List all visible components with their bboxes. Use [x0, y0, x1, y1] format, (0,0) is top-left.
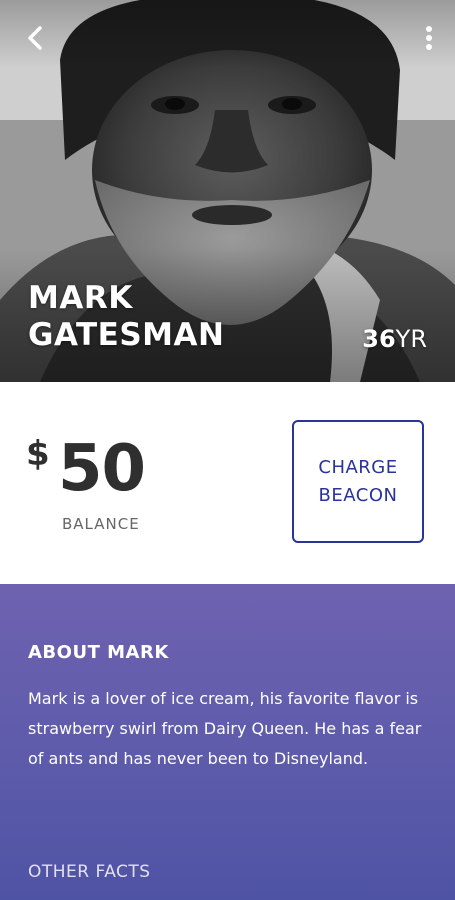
currency-symbol: $: [26, 434, 50, 474]
age-number: 36: [362, 325, 396, 353]
last-name: GATESMAN: [28, 317, 225, 353]
other-facts-link[interactable]: OTHER FACTS: [28, 862, 151, 882]
profile-photo-header: MARK GATESMAN 36YR: [0, 0, 455, 382]
charge-beacon-label: CHARGE BEACON: [318, 454, 397, 510]
age-unit: YR: [395, 325, 427, 353]
balance-amount: 50: [58, 432, 146, 506]
balance-section: $ 50 BALANCE CHARGE BEACON: [0, 382, 455, 584]
about-title: ABOUT MARK: [28, 642, 169, 663]
profile-name: MARK GATESMAN: [28, 280, 224, 354]
first-name: MARK: [28, 280, 133, 316]
balance-label: BALANCE: [62, 515, 140, 533]
charge-beacon-line2: BEACON: [318, 484, 398, 506]
overflow-menu-button[interactable]: [417, 20, 441, 56]
charge-beacon-line1: CHARGE: [318, 456, 398, 478]
back-button[interactable]: [18, 20, 54, 56]
profile-age: 36YR: [362, 324, 427, 354]
more-vertical-icon: [426, 26, 432, 50]
charge-beacon-button[interactable]: CHARGE BEACON: [292, 420, 424, 543]
about-description: Mark is a lover of ice cream, his favori…: [28, 689, 422, 768]
chevron-left-icon: [28, 26, 42, 50]
about-section: ABOUT MARK Mark is a lover of ice cream,…: [0, 584, 455, 900]
